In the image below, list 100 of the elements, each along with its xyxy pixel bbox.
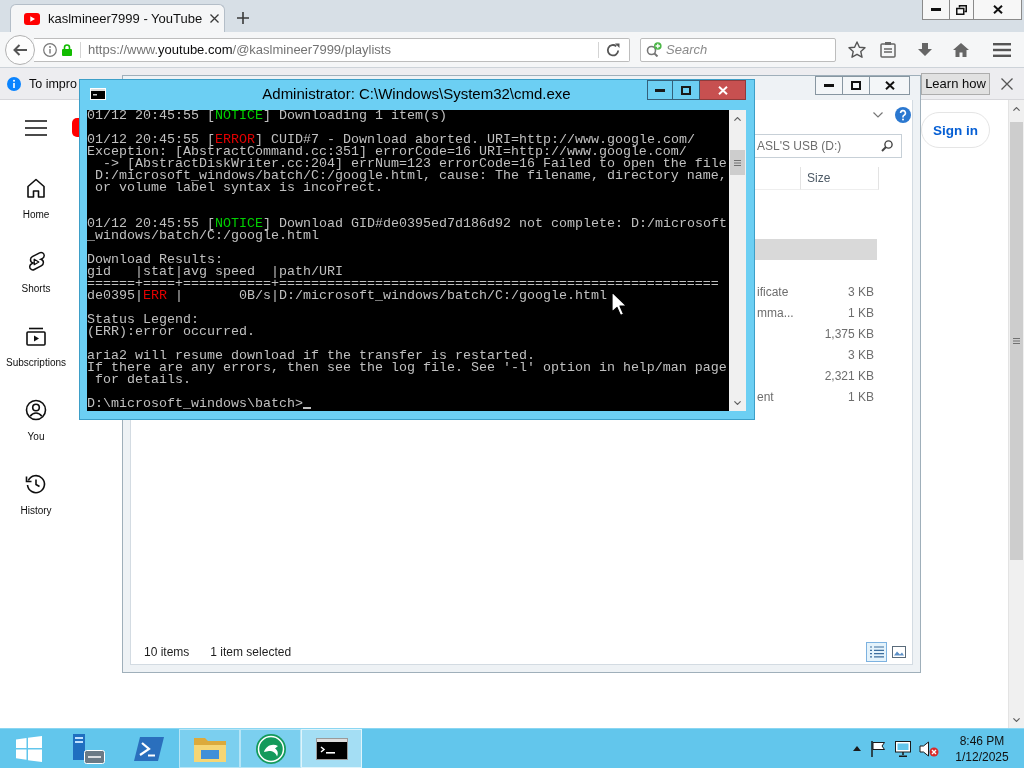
address-bar[interactable]: https://www.youtube.com/@kaslmineer7999/playlists [34,37,630,62]
selection-count: 1 item selected [210,644,292,659]
console-line: Status Legend: [87,314,199,326]
maximize-button[interactable] [673,80,700,100]
muted-speaker-icon[interactable] [919,740,939,757]
close-icon [884,81,895,90]
home-icon[interactable] [952,41,970,58]
close-icon[interactable] [1001,77,1013,90]
sidebar-item[interactable]: Subscriptions [0,312,72,386]
sidebar-item[interactable]: Shorts [0,238,72,312]
close-button[interactable] [974,0,1022,20]
table-cell: 2,321 KB [824,368,874,383]
close-button[interactable] [870,76,910,95]
browser-tab[interactable]: kaslmineer7999 - YouTube [10,4,225,32]
back-button[interactable] [5,34,35,65]
mouse-pointer-icon [611,291,628,317]
console-line: Exception: [AbstractCommand.cc:351] errorCode=16 URI=http://www.google.com/ [87,146,687,158]
clock-date: 1/12/2025 [955,748,1009,765]
search-field[interactable]: Search [640,37,836,62]
table-cell: 3 KB [848,284,874,299]
console-line: D:/microsoft_windows/batch/C:/google.html, cause: The filename, directory name, [94,170,728,182]
table-cell: 1 KB [848,389,874,404]
chevron-down-icon[interactable] [873,112,883,118]
minimize-button[interactable] [922,0,950,20]
console-line: 01/12 20:45:55 [ERROR] CUID#7 - Download aborted. URI=http://www.google.com/ [87,134,696,146]
maximize-icon [851,81,861,90]
terminal-icon [90,88,106,100]
table-cell: ent [757,389,774,404]
star-icon[interactable] [848,41,866,58]
maximize-button[interactable] [843,76,870,95]
person-icon [24,398,48,422]
minimize-button[interactable] [647,80,673,100]
caret-up-icon[interactable] [853,746,861,751]
sidebar-item[interactable]: Home [0,164,72,238]
console-line: de0395|ERR | 0B/s|D:/microsoft_windows/batch/C:/google.html [87,290,608,302]
reload-icon[interactable] [606,42,620,57]
console-line: for details. [94,374,192,386]
sidebar-item[interactable]: You [0,386,72,460]
console-line: 01/12 20:45:55 [NOTICE] Download GID#de0395ed7d186d92 not complete: D:/microsoft [87,218,728,230]
picture-icon [892,645,906,658]
view-button[interactable] [866,641,887,662]
restore-button[interactable] [950,0,974,20]
server-icon [70,733,105,764]
notification-text: To impro [29,76,77,91]
console-line: (ERR):error occurred. [87,326,256,338]
table-cell: ificate [757,284,789,299]
console-line: If there are any errors, then see the log file. See '-l' option in help/man page [87,362,728,374]
console-line: gid |stat|avg speed |path/URI [87,266,344,278]
help-icon[interactable] [895,107,911,123]
terminal-prompt-icon [133,736,164,761]
list-icon [869,645,884,658]
history-icon [24,472,48,496]
clipboard-icon[interactable] [880,41,896,58]
close-button[interactable] [700,80,746,100]
play-logo-icon [24,12,40,25]
scrollbar-thumb[interactable] [730,150,745,175]
console-line: ======+====+===========+======================================================= [87,278,720,290]
text-cursor-icon [302,407,311,409]
close-icon[interactable] [210,14,220,23]
column-header[interactable]: Size [801,167,879,190]
table-cell: 3 KB [848,347,874,362]
home-icon [24,176,48,200]
console-line: Download Results: [87,254,223,266]
monitor-icon[interactable] [895,740,911,757]
scrollbar[interactable] [729,110,746,411]
menu-icon[interactable] [993,42,1011,57]
minimize-icon [824,84,834,87]
search-icon [646,42,662,57]
console-line: D:\microsoft_windows\batch> [87,398,303,410]
flag-icon[interactable] [870,740,886,757]
plus-icon[interactable] [237,11,249,24]
grip-icon [734,159,741,166]
back-arrow-icon [13,43,27,56]
sidebar-item[interactable]: History [0,460,72,534]
table-cell: mma... [757,305,794,320]
search-field[interactable]: ASL'S USB (D:) [755,134,902,158]
console-line: -> [AbstractDiskWriter.cc:204] errNum=123 errorCode=16 Failed to open the file [103,158,728,170]
table-cell: 1,375 KB [824,326,874,341]
close-icon [992,5,1003,14]
lock-icon [62,43,72,56]
console-line: 01/12 20:45:55 [NOTICE] Downloading 1 item(s) [87,110,448,122]
minimize-icon [655,88,665,92]
info-icon[interactable] [43,42,57,57]
console-line: _windows/batch/C:/google.html [87,230,320,242]
grip-icon [1013,338,1020,344]
action-button[interactable]: Learn how [921,72,990,95]
round-leaf-icon [255,733,286,764]
item-count: 10 items [144,644,190,659]
window-panes-icon [15,735,42,762]
table-cell: 1 KB [848,305,874,320]
maximize-icon [681,85,691,95]
down-arrow-icon[interactable] [917,41,933,58]
close-icon [717,85,728,95]
menu-icon[interactable] [25,120,47,136]
scrollbar-thumb[interactable] [1010,122,1023,560]
taskbar-button[interactable] [301,729,362,768]
scrollbar[interactable] [1008,100,1024,728]
console-line: aria2 will resume download if the transfer is restarted. [87,350,536,362]
terminal-icon [315,737,348,760]
minimize-button[interactable] [815,76,843,95]
